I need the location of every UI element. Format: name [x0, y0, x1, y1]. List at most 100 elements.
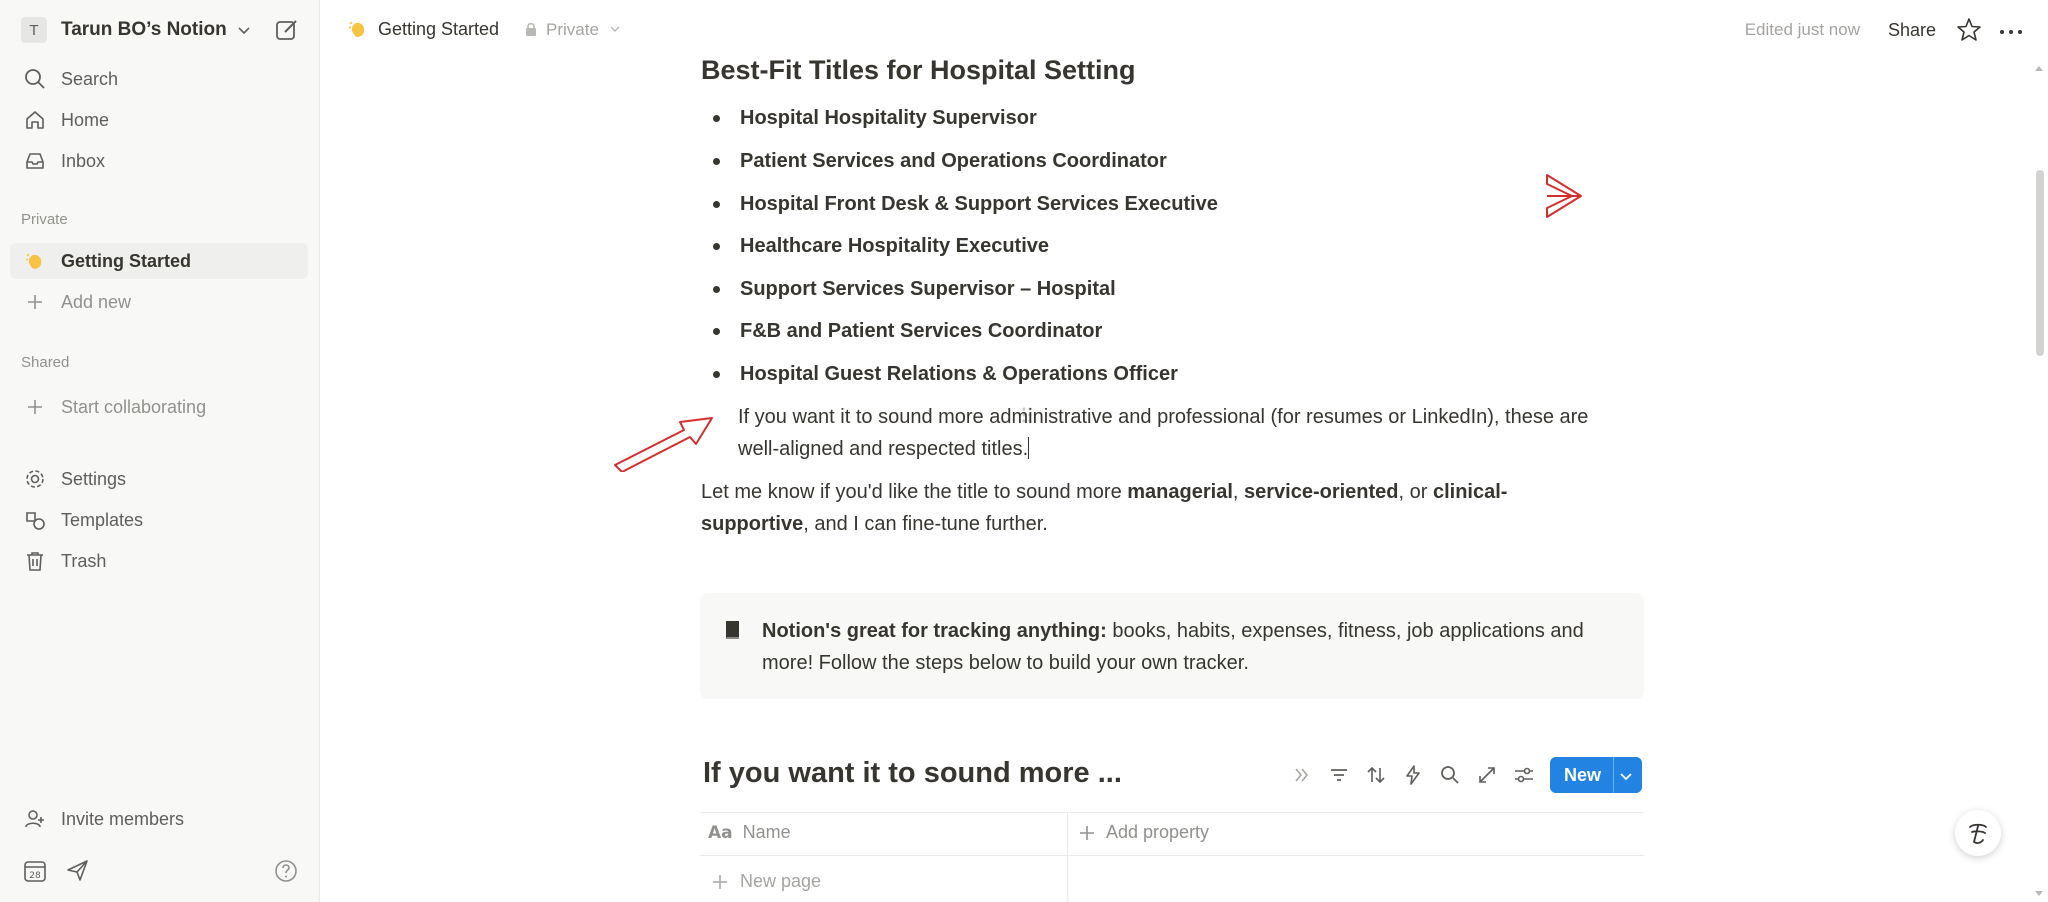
search-icon[interactable]	[1438, 763, 1462, 787]
send-icon[interactable]	[65, 858, 91, 884]
expand-icon[interactable]	[1475, 763, 1499, 787]
chevron-down-icon[interactable]	[1619, 769, 1633, 783]
paragraph-bold: service-oriented	[1244, 481, 1399, 503]
paragraph-line: If you want it to sound more administrat…	[738, 406, 1589, 428]
plus-icon	[23, 395, 47, 419]
calendar-day: 28	[29, 871, 41, 881]
table-column-divider	[1067, 812, 1068, 902]
list-item-text: F&B and Patient Services Coordinator	[740, 319, 1103, 342]
chevron-down-icon	[238, 27, 250, 35]
bullet-dot	[713, 370, 720, 378]
new-page-row[interactable]: New page	[712, 871, 821, 892]
sidebar-item-trash[interactable]: Trash	[10, 543, 308, 579]
bullet-dot	[713, 285, 720, 293]
sidebar-footer: 28	[23, 858, 299, 886]
new-button-label: New	[1564, 765, 1602, 785]
paragraph-block[interactable]: Let me know if you'd like the title to s…	[701, 476, 1641, 540]
sidebar-item-search[interactable]: Search	[10, 61, 308, 97]
paragraph-text: , and I can fine-tune further.	[803, 513, 1048, 535]
list-item[interactable]: Support Services Supervisor – Hospital	[713, 275, 1116, 303]
sidebar-item-add-new[interactable]: Add new	[10, 284, 308, 320]
sidebar-item-getting-started[interactable]: Getting Started	[10, 243, 308, 279]
sidebar-item-label: Start collaborating	[61, 396, 207, 417]
bullet-dot	[713, 327, 720, 335]
paragraph-line: well-aligned and respected titles.	[738, 438, 1029, 460]
workspace-name: Tarun BO’s Notion	[61, 19, 227, 40]
templates-icon	[23, 508, 47, 532]
callout-bold: Notion's great for tracking anything:	[762, 620, 1107, 642]
paragraph-bold: supportive	[701, 513, 804, 535]
sidebar-item-settings[interactable]: Settings	[10, 461, 308, 497]
sidebar-item-label: Templates	[61, 509, 144, 530]
list-item-text: Support Services Supervisor – Hospital	[740, 277, 1116, 300]
sidebar-item-inbox[interactable]: Inbox	[10, 143, 308, 179]
sidebar-item-label: Getting Started	[61, 250, 192, 271]
ai-assistant-button[interactable]	[1955, 810, 2001, 856]
ai-face-icon	[1969, 823, 1987, 844]
shared-section-label: Shared	[21, 354, 70, 371]
invite-user-icon	[23, 807, 47, 831]
text-property-icon: Aa	[708, 822, 733, 843]
new-page-label: New page	[740, 871, 822, 891]
list-item-text: Healthcare Hospitality Executive	[740, 234, 1050, 257]
sort-icon[interactable]	[1364, 763, 1388, 787]
sidebar-item-start-collaborating[interactable]: Start collaborating	[10, 389, 308, 425]
new-button-divider	[1613, 757, 1614, 793]
annotation-arrow-icon	[614, 417, 713, 472]
list-item-text: Hospital Front Desk & Support Services E…	[740, 192, 1218, 215]
gear-icon	[23, 467, 47, 491]
plus-icon	[1080, 825, 1094, 840]
paragraph-text: , or	[1398, 481, 1433, 503]
sidebar-item-label: Add new	[61, 291, 132, 312]
filter-icon[interactable]	[1327, 763, 1351, 787]
paragraph-block[interactable]: If you want it to sound more administrat…	[738, 401, 1678, 465]
callout-rest: more! Follow the steps below to build yo…	[762, 652, 1249, 674]
sidebar-item-label: Inbox	[61, 150, 106, 171]
new-record-button[interactable]: New	[1550, 757, 1642, 793]
home-icon	[23, 108, 47, 132]
database-title[interactable]: If you want it to sound more ...	[703, 757, 1122, 790]
book-icon	[726, 621, 739, 639]
list-item[interactable]: Healthcare Hospitality Executive	[713, 232, 1049, 260]
trash-icon	[23, 549, 47, 573]
bullet-dot	[713, 200, 720, 208]
double-chevron-right-icon[interactable]	[1290, 763, 1314, 787]
bullet-dot	[713, 157, 720, 165]
automation-bolt-icon[interactable]	[1401, 763, 1425, 787]
private-section-label: Private	[21, 211, 68, 228]
new-page-icon[interactable]	[274, 17, 300, 43]
annotation-pointer-icon	[1546, 174, 1582, 218]
inbox-icon	[23, 149, 47, 173]
plus-icon	[23, 290, 47, 314]
sidebar-item-label: Search	[61, 68, 119, 89]
column-header-label: Name	[742, 822, 791, 842]
sidebar-item-templates[interactable]: Templates	[10, 502, 308, 538]
list-item[interactable]: Hospital Hospitality Supervisor	[713, 104, 1037, 132]
add-property-label: Add property	[1106, 822, 1210, 842]
callout-block[interactable]: Notion's great for tracking anything: bo…	[700, 593, 1644, 699]
sidebar: T Tarun BO’s Notion Search Home Inbox Pr…	[0, 0, 320, 902]
scroll-up-icon[interactable]	[2034, 64, 2044, 72]
table-border	[700, 855, 1644, 856]
invite-members-button[interactable]: Invite members	[10, 801, 308, 837]
column-header-name[interactable]: Aa Name	[708, 822, 791, 843]
scrollbar-thumb[interactable]	[2036, 170, 2044, 356]
callout-rest: books, habits, expenses, fitness, job ap…	[1106, 620, 1584, 642]
add-property-button[interactable]: Add property	[1078, 822, 1209, 843]
scroll-down-icon[interactable]	[2034, 890, 2044, 898]
settings-sliders-icon[interactable]	[1512, 763, 1536, 787]
sidebar-item-label: Home	[61, 109, 110, 130]
list-item[interactable]: Patient Services and Operations Coordina…	[713, 147, 1167, 175]
list-item[interactable]: F&B and Patient Services Coordinator	[713, 317, 1102, 345]
callout-text: Notion's great for tracking anything: bo…	[762, 615, 1622, 679]
workspace-switcher[interactable]: T Tarun BO’s Notion	[21, 16, 251, 44]
paragraph-text: Let me know if you'd like the title to s…	[701, 481, 1128, 503]
bullet-dot	[713, 114, 720, 122]
help-icon[interactable]	[273, 858, 299, 884]
section-heading[interactable]: Best-Fit Titles for Hospital Setting	[701, 55, 1136, 86]
calendar-icon[interactable]: 28	[23, 858, 49, 884]
sidebar-item-home[interactable]: Home	[10, 102, 308, 138]
paragraph-bold: managerial	[1127, 481, 1233, 503]
list-item[interactable]: Hospital Guest Relations & Operations Of…	[713, 360, 1178, 388]
list-item[interactable]: Hospital Front Desk & Support Services E…	[713, 190, 1218, 218]
